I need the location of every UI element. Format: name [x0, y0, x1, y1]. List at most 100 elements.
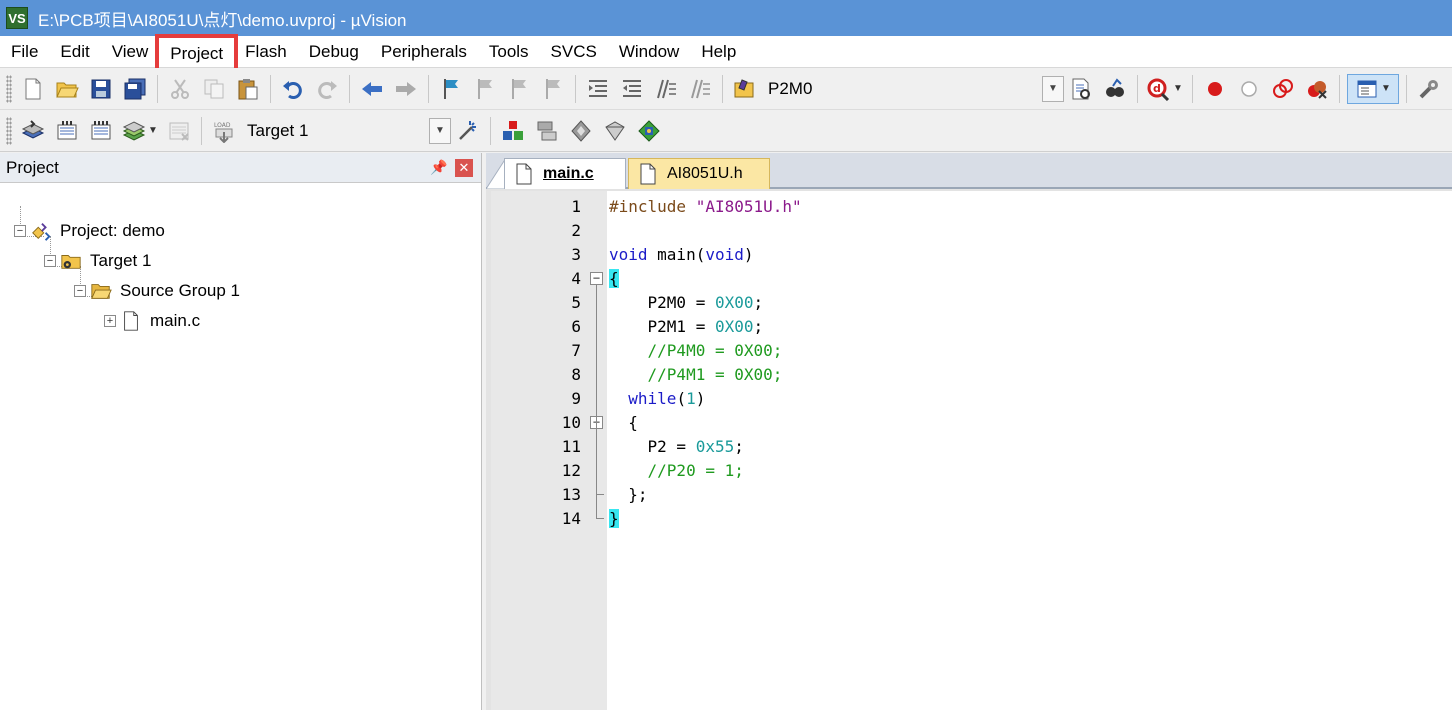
uncomment-selection-icon[interactable] — [685, 74, 715, 104]
configure-tools-icon[interactable] — [1414, 74, 1444, 104]
disable-all-breakpoints-icon[interactable] — [1268, 74, 1298, 104]
save-icon[interactable] — [86, 74, 116, 104]
pin-icon[interactable]: 📌 — [429, 159, 449, 176]
collapse-icon[interactable]: − — [74, 285, 86, 297]
translate-icon[interactable] — [18, 116, 48, 146]
collapse-icon[interactable]: − — [44, 255, 56, 267]
navigate-back-icon[interactable] — [357, 74, 387, 104]
target-options-icon[interactable] — [453, 116, 483, 146]
redo-icon[interactable] — [312, 74, 342, 104]
new-file-icon[interactable] — [18, 74, 48, 104]
code-line[interactable]: 2 — [491, 218, 1452, 242]
undo-icon[interactable] — [278, 74, 308, 104]
code-line[interactable]: 8 //P4M1 = 0X00; — [491, 362, 1452, 386]
collapse-icon[interactable]: − — [14, 225, 26, 237]
tree-node-file[interactable]: + main.c — [104, 307, 200, 335]
menu-view[interactable]: View — [101, 36, 160, 68]
code-editor[interactable]: 1 #include "AI8051U.h" 2 3 void main(void) 4−… — [491, 191, 1452, 710]
expand-icon[interactable]: + — [104, 315, 116, 327]
select-packs-icon[interactable] — [532, 116, 562, 146]
target-select[interactable]: Target 1 ▼ — [241, 117, 451, 144]
menu-edit[interactable]: Edit — [49, 36, 100, 68]
menu-flash[interactable]: Flash — [234, 36, 298, 68]
close-icon[interactable]: ✕ — [455, 158, 473, 177]
enable-breakpoint-icon[interactable] — [1234, 74, 1264, 104]
next-bookmark-icon[interactable] — [504, 74, 534, 104]
menu-debug[interactable]: Debug — [298, 36, 370, 68]
menu-help[interactable]: Help — [690, 36, 747, 68]
code-line[interactable]: 10− { — [491, 410, 1452, 434]
code-token: //P20 = 1; — [609, 460, 744, 480]
copy-icon[interactable] — [199, 74, 229, 104]
cut-icon[interactable] — [165, 74, 195, 104]
dropdown-arrow-icon[interactable]: ▼ — [148, 125, 158, 136]
tab-main-c[interactable]: main.c — [504, 158, 626, 189]
tab-ai8051u-h[interactable]: AI8051U.h — [628, 158, 770, 189]
tree-node-target[interactable]: − Target 1 — [44, 247, 151, 275]
batch-build-icon[interactable]: ▼ — [120, 116, 160, 146]
download-load-icon[interactable]: LOAD — [209, 116, 239, 146]
code-line[interactable]: 3 void main(void) — [491, 242, 1452, 266]
code-line[interactable]: 12 //P20 = 1; — [491, 458, 1452, 482]
menu-svcs[interactable]: SVCS — [540, 36, 608, 68]
menu-tools[interactable]: Tools — [478, 36, 540, 68]
incremental-find-icon[interactable] — [1066, 74, 1096, 104]
rebuild-icon[interactable] — [86, 116, 116, 146]
dropdown-arrow-icon[interactable]: ▼ — [1173, 83, 1183, 94]
tab-label[interactable]: main.c — [543, 165, 594, 183]
target-select-value[interactable]: Target 1 — [241, 121, 429, 141]
comment-selection-icon[interactable] — [651, 74, 681, 104]
open-folder-icon[interactable] — [52, 74, 82, 104]
build-icon[interactable] — [52, 116, 82, 146]
line-number: 4 — [571, 268, 581, 288]
code-line[interactable]: 13 }; — [491, 482, 1452, 506]
previous-bookmark-icon[interactable] — [470, 74, 500, 104]
code-token: { — [609, 412, 638, 432]
toolbar-grip[interactable] — [6, 74, 12, 103]
code-line[interactable]: 11 P2 = 0x55; — [491, 434, 1452, 458]
manage-project-items-icon[interactable] — [498, 116, 528, 146]
find-combo[interactable]: P2M0 — [762, 79, 818, 99]
dropdown-arrow-icon[interactable]: ▼ — [1381, 83, 1391, 94]
code-line[interactable]: 6 P2M1 = 0X00; — [491, 314, 1452, 338]
fold-collapse-icon[interactable]: − — [590, 271, 603, 285]
run-time-environment-icon[interactable] — [634, 116, 664, 146]
code-line[interactable]: 5 P2M0 = 0X00; — [491, 290, 1452, 314]
code-token: 1 — [686, 388, 696, 408]
code-line[interactable]: 7 //P4M0 = 0X00; — [491, 338, 1452, 362]
toolbar-separator — [157, 74, 158, 103]
debug-session-icon[interactable]: d ▼ — [1145, 74, 1185, 104]
window-layout-icon[interactable]: ▼ — [1347, 73, 1399, 104]
fold-guide-main-end — [596, 518, 604, 519]
tree-node-project[interactable]: − Project: demo — [14, 217, 165, 245]
code-line[interactable]: 9 while(1) — [491, 386, 1452, 410]
kill-all-breakpoints-icon[interactable] — [1302, 74, 1332, 104]
pack-installer-icon[interactable] — [566, 116, 596, 146]
tree-node-source-group[interactable]: − Source Group 1 — [74, 277, 240, 305]
find-combo-value[interactable]: P2M0 — [762, 79, 818, 99]
tab-label[interactable]: AI8051U.h — [667, 165, 743, 183]
navigate-forward-icon[interactable] — [391, 74, 421, 104]
menu-file[interactable]: File — [0, 36, 49, 68]
toolbar-grip[interactable] — [6, 116, 12, 145]
insert-breakpoint-icon[interactable] — [1200, 74, 1230, 104]
clear-bookmarks-icon[interactable] — [538, 74, 568, 104]
find-icon[interactable] — [1100, 74, 1130, 104]
paste-icon[interactable] — [233, 74, 263, 104]
stop-build-icon[interactable] — [164, 116, 194, 146]
target-dropdown-icon[interactable]: ▼ — [429, 117, 451, 144]
menu-peripherals[interactable]: Peripherals — [370, 36, 478, 68]
insert-bookmark-icon[interactable] — [436, 74, 466, 104]
indent-icon[interactable] — [583, 74, 613, 104]
find-combo-dropdown-icon[interactable]: ▼ — [1042, 75, 1064, 102]
save-all-icon[interactable] — [120, 74, 150, 104]
code-line[interactable]: 14} — [491, 506, 1452, 530]
menu-window[interactable]: Window — [608, 36, 690, 68]
code-line[interactable]: 1 #include "AI8051U.h" — [491, 194, 1452, 218]
project-icon — [30, 220, 52, 242]
rte-configuration-icon[interactable] — [600, 116, 630, 146]
code-line[interactable]: 4−{ — [491, 266, 1452, 290]
unindent-icon[interactable] — [617, 74, 647, 104]
window-title: E:\PCB项目\AI8051U\点灯\demo.uvproj - µVisio… — [38, 10, 407, 30]
find-in-files-icon[interactable] — [730, 74, 760, 104]
